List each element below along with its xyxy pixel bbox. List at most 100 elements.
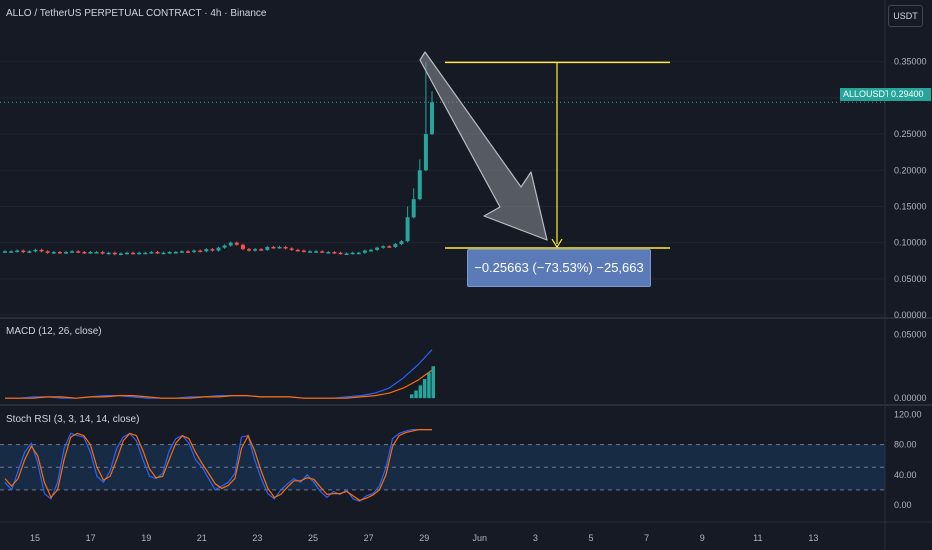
candle-body: [155, 252, 160, 254]
candle-body: [222, 245, 227, 248]
candle-body: [143, 252, 148, 255]
candle-body: [271, 246, 276, 249]
price-tick-label: 0.20000: [894, 165, 927, 175]
price-tick-label: 0.05000: [894, 274, 927, 284]
candle-body: [320, 251, 325, 253]
macd-tick-label: 0.00000: [894, 393, 927, 403]
candle-body: [198, 250, 203, 253]
macd-tick-label: 0.05000: [894, 329, 927, 339]
candle-body: [417, 170, 422, 200]
candle-body: [9, 251, 14, 253]
candle-body: [15, 250, 20, 253]
candle-body: [94, 252, 99, 254]
candle-body: [356, 252, 361, 255]
time-tick-label: 23: [252, 533, 262, 543]
time-tick-label: 17: [86, 533, 96, 543]
candle-body: [179, 251, 184, 253]
candle-body: [308, 251, 312, 253]
chart-canvas[interactable]: 0.350000.300000.250000.200000.150000.100…: [0, 0, 932, 550]
candle-body: [362, 250, 367, 253]
candle-body: [210, 249, 215, 251]
candle-body: [70, 251, 75, 253]
candle-body: [216, 247, 221, 251]
stoch-rsi-indicator-label[interactable]: Stoch RSI (3, 3, 14, 14, close): [6, 414, 139, 425]
candle-body: [369, 249, 373, 252]
stoch-tick-label: 80.00: [894, 440, 917, 450]
candle-body: [137, 252, 142, 255]
macd-histogram-bar: [427, 372, 431, 399]
time-tick-label: 3: [533, 533, 538, 543]
currency-button[interactable]: USDT: [888, 5, 923, 27]
candle-body: [100, 252, 105, 254]
candle-body: [161, 252, 166, 255]
candle-body: [112, 252, 117, 255]
candle-body: [118, 253, 123, 255]
candle-body: [149, 252, 154, 254]
symbol-title[interactable]: ALLO / TetherUS PERPETUAL CONTRACT · 4h …: [6, 8, 266, 19]
time-tick-label: 9: [700, 533, 705, 543]
candle-body: [82, 252, 87, 254]
stoch-tick-label: 40.00: [894, 470, 917, 480]
last-price-label: 0.29400: [888, 88, 931, 101]
candle-body: [381, 246, 386, 248]
candle-body: [240, 244, 245, 250]
candle-body: [423, 134, 428, 171]
price-tick-label: 0.25000: [894, 129, 927, 139]
candle-body: [405, 217, 410, 242]
candle-body: [76, 251, 81, 253]
candle-body: [64, 252, 68, 254]
time-tick-label: 5: [588, 533, 593, 543]
candle-body: [167, 252, 172, 254]
chart-window: 0.350000.300000.250000.200000.150000.100…: [0, 0, 932, 550]
candle-body: [192, 250, 197, 253]
candle-body: [350, 252, 355, 255]
down-arrow-drawing[interactable]: [419, 51, 548, 241]
candle-body: [106, 252, 111, 255]
candle-body: [259, 249, 264, 251]
candle-body: [393, 244, 398, 247]
candle-body: [27, 251, 32, 253]
candle-body: [265, 246, 270, 250]
macd-histogram-bar: [414, 390, 418, 399]
time-tick-label: 27: [364, 533, 374, 543]
candle-body: [411, 199, 416, 218]
time-tick-label: 13: [808, 533, 818, 543]
candle-body: [57, 252, 62, 254]
price-tick-label: 0.35000: [894, 57, 927, 67]
time-tick-label: 21: [197, 533, 207, 543]
candle-body: [344, 253, 349, 255]
candle-body: [228, 242, 233, 246]
measure-result-box[interactable]: −0.25663 (−73.53%) −25,663: [467, 249, 651, 287]
candle-body: [131, 252, 136, 255]
candle-body: [387, 246, 392, 248]
stoch-tick-label: 0.00: [894, 500, 912, 510]
candle-body: [283, 246, 288, 249]
candle-body: [338, 252, 343, 255]
price-tick-label: 0.00000: [894, 310, 927, 320]
macd-histogram-bar: [431, 366, 435, 399]
time-tick-label: 19: [141, 533, 151, 543]
time-tick-label: Jun: [473, 533, 488, 543]
candle-body: [277, 246, 282, 249]
candle-body: [125, 252, 129, 255]
candle-body: [375, 247, 380, 250]
time-tick-label: 15: [30, 533, 40, 543]
candle-body: [3, 251, 7, 253]
macd-histogram-bar: [422, 379, 427, 399]
candle-body: [332, 252, 337, 254]
time-tick-label: 7: [644, 533, 649, 543]
macd-indicator-label[interactable]: MACD (12, 26, close): [6, 326, 102, 337]
candle-body: [326, 252, 331, 254]
macd-histogram-bar: [410, 394, 414, 399]
macd-line: [5, 349, 433, 399]
stoch-tick-label: 120.00: [894, 410, 922, 420]
candle-body: [186, 251, 190, 253]
candle-body: [204, 249, 209, 252]
candle-body: [314, 251, 319, 253]
candle-body: [39, 249, 44, 252]
candle-body: [289, 248, 294, 250]
candle-body: [399, 241, 404, 245]
candle-body: [253, 249, 258, 251]
candle-body: [295, 249, 300, 252]
candle-body: [430, 102, 434, 135]
